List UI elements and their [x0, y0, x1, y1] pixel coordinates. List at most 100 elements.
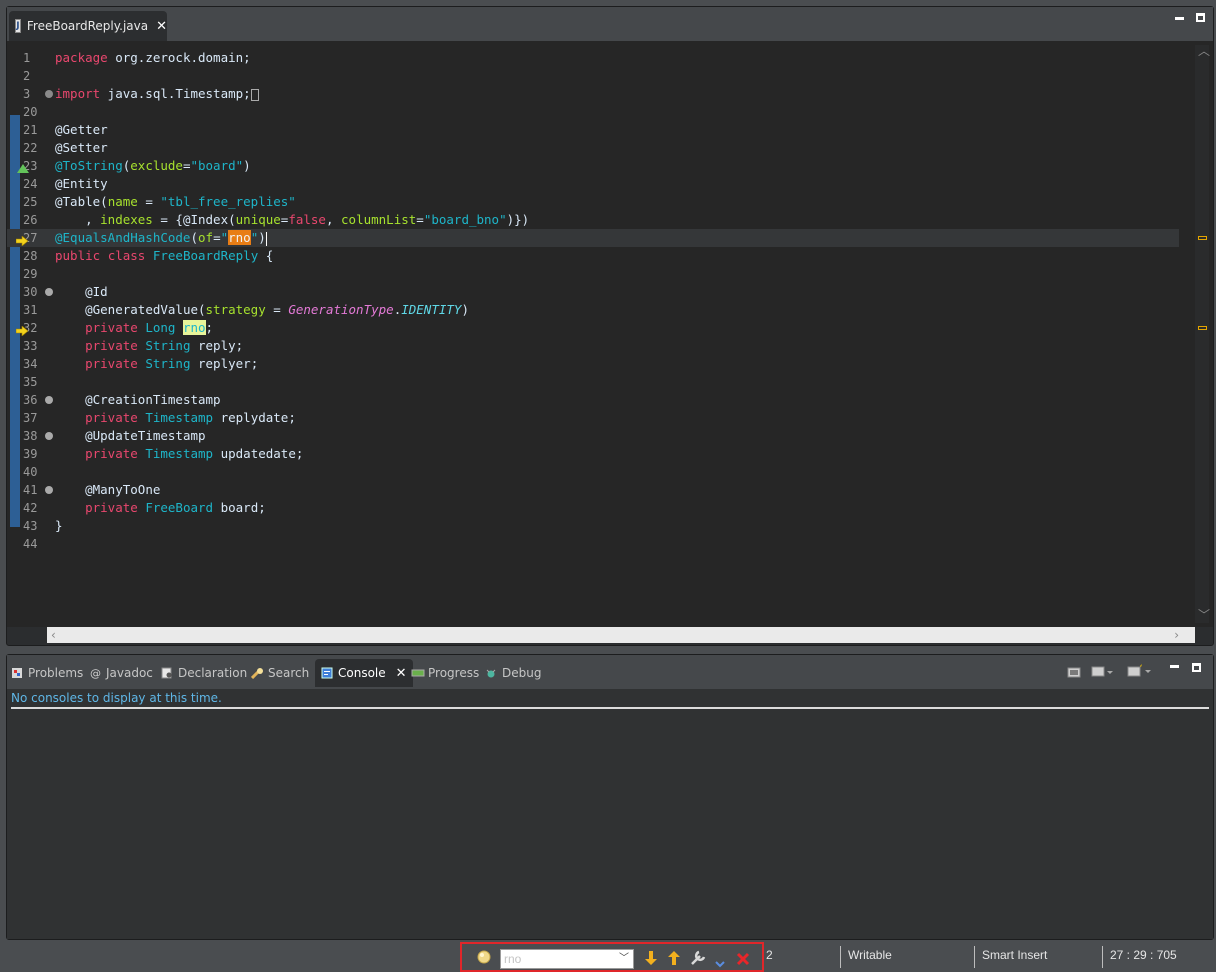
horizontal-scrollbar[interactable]: ‹ ›: [47, 627, 1195, 643]
status-separator: [974, 946, 975, 968]
code-token: =: [265, 302, 289, 317]
console-tabbar: Problems @ Javadoc Declaration Search Console…: [7, 655, 1213, 689]
editor-tab-freeboardreply[interactable]: J FreeBoardReply.java ✕: [9, 11, 167, 41]
svg-text:@: @: [90, 667, 101, 679]
console-body[interactable]: No consoles to display at this time.: [7, 689, 1213, 939]
status-bar: rno ﹀ 2 Writable Smart Insert 27 : 29: …: [0, 942, 1216, 972]
fold-collapse-icon[interactable]: [45, 396, 53, 404]
code-line[interactable]: 21 @Getter: [7, 121, 1179, 139]
close-icon[interactable]: [736, 951, 750, 970]
code-line[interactable]: 42 private FreeBoard board;: [7, 499, 1179, 517]
code-line[interactable]: 2: [7, 67, 1179, 85]
scroll-right-icon[interactable]: ›: [1174, 627, 1179, 643]
code-token: String: [145, 356, 191, 371]
code-token: rno: [228, 230, 251, 245]
fold-collapse-icon[interactable]: [45, 288, 53, 296]
maximize-icon[interactable]: [1192, 663, 1201, 672]
code-line[interactable]: 27 @EqualsAndHashCode(of="rno"): [7, 229, 1179, 247]
code-text: }: [55, 517, 63, 535]
fold-collapse-icon[interactable]: [45, 486, 53, 494]
code-line[interactable]: 3 import java.sql.Timestamp;: [7, 85, 1179, 103]
declaration-icon: [161, 667, 173, 679]
code-token: ,: [55, 212, 101, 227]
wrench-icon[interactable]: [690, 950, 706, 970]
overview-occurrence-marker[interactable]: [1198, 236, 1207, 240]
code-line[interactable]: 36 @CreationTimestamp: [7, 391, 1179, 409]
code-token: "board_bno": [423, 212, 507, 227]
close-icon[interactable]: ✕: [396, 666, 407, 681]
tab-console[interactable]: Console ✕: [315, 659, 413, 687]
code-text: public class FreeBoardReply {: [55, 247, 273, 265]
scroll-left-icon[interactable]: ‹: [51, 627, 56, 643]
code-line[interactable]: 20: [7, 103, 1179, 121]
minimize-icon[interactable]: [1175, 17, 1184, 20]
text-cursor: [265, 231, 267, 246]
arrow-down-icon[interactable]: [644, 950, 658, 970]
display-console-icon[interactable]: [1091, 663, 1113, 682]
code-token: @Getter: [55, 122, 108, 137]
scroll-up-icon[interactable]: ︿: [1198, 43, 1210, 59]
chevron-down-icon[interactable]: ﹀: [619, 950, 629, 968]
code-line[interactable]: 40: [7, 463, 1179, 481]
close-icon[interactable]: ✕: [156, 19, 167, 34]
code-line[interactable]: 43}: [7, 517, 1179, 535]
fold-collapse-icon[interactable]: [45, 432, 53, 440]
code-line[interactable]: 44: [7, 535, 1179, 553]
code-text: private FreeBoard board;: [55, 499, 266, 517]
code-line[interactable]: 39 private Timestamp updatedate;: [7, 445, 1179, 463]
override-triangle-icon[interactable]: [17, 161, 29, 173]
code-line[interactable]: 30 @Id: [7, 283, 1179, 301]
code-token: replydate;: [213, 410, 296, 425]
tab-javadoc[interactable]: @ Javadoc: [89, 659, 153, 687]
tab-search[interactable]: Search: [250, 659, 309, 687]
occurrence-arrow-icon[interactable]: [15, 233, 29, 247]
code-line[interactable]: 31 @GeneratedValue(strategy = Generation…: [7, 301, 1179, 319]
fold-expand-icon[interactable]: [45, 90, 53, 98]
code-line[interactable]: 23 @ToString(exclude="board"): [7, 157, 1179, 175]
code-line[interactable]: 25 @Table(name = "tbl_free_replies": [7, 193, 1179, 211]
tab-debug[interactable]: Debug: [485, 659, 541, 687]
code-text: @Entity: [55, 175, 108, 193]
code-line[interactable]: 34 private String replyer;: [7, 355, 1179, 373]
code-line[interactable]: 24 @Entity: [7, 175, 1179, 193]
vertical-scrollbar[interactable]: ︿ ﹀: [1179, 41, 1213, 627]
code-line[interactable]: 35: [7, 373, 1179, 391]
code-line[interactable]: 41 @ManyToOne: [7, 481, 1179, 499]
code-line[interactable]: 33 private String reply;: [7, 337, 1179, 355]
occurrence-arrow-icon[interactable]: [15, 323, 29, 337]
collapsed-imports-box[interactable]: [250, 88, 259, 101]
code-token: private: [85, 320, 138, 335]
code-line[interactable]: 22 @Setter: [7, 139, 1179, 157]
code-line[interactable]: 29: [7, 265, 1179, 283]
scroll-track[interactable]: ︿ ﹀: [1195, 43, 1210, 623]
code-line[interactable]: 26 , indexes = {@Index(unique = false, col…: [7, 211, 1179, 229]
open-console-icon[interactable]: [1127, 663, 1151, 682]
line-number: 33: [23, 339, 38, 353]
arrow-up-icon[interactable]: [667, 950, 681, 970]
code-line[interactable]: 28 public class FreeBoardReply {: [7, 247, 1179, 265]
code-token: String: [145, 338, 191, 353]
pin-console-icon[interactable]: [1067, 663, 1081, 682]
line-number: 34: [23, 357, 38, 371]
tab-problems[interactable]: Problems: [11, 659, 83, 687]
tab-declaration[interactable]: Declaration: [161, 659, 247, 687]
code-editor[interactable]: 1 package org.zerock.domain; 2 3 import java…: [7, 41, 1179, 627]
tab-label: Console: [338, 666, 386, 680]
code-line[interactable]: 1 package org.zerock.domain;: [7, 49, 1179, 67]
overview-occurrence-marker[interactable]: [1198, 326, 1207, 330]
chevron-down-icon[interactable]: [714, 953, 726, 972]
search-input[interactable]: rno ﹀: [500, 949, 634, 969]
code-line[interactable]: 32 private Long rno;: [7, 319, 1179, 337]
scroll-down-icon[interactable]: ﹀: [1198, 607, 1210, 623]
code-token: @UpdateTimestamp: [85, 428, 206, 443]
code-token: )}): [506, 212, 530, 227]
minimize-icon[interactable]: [1170, 665, 1179, 668]
tab-progress[interactable]: Progress: [411, 659, 479, 687]
code-token: replyer;: [190, 356, 259, 371]
maximize-icon[interactable]: [1196, 13, 1205, 22]
code-line[interactable]: 38 @UpdateTimestamp: [7, 427, 1179, 445]
code-line[interactable]: 37 private Timestamp replydate;: [7, 409, 1179, 427]
